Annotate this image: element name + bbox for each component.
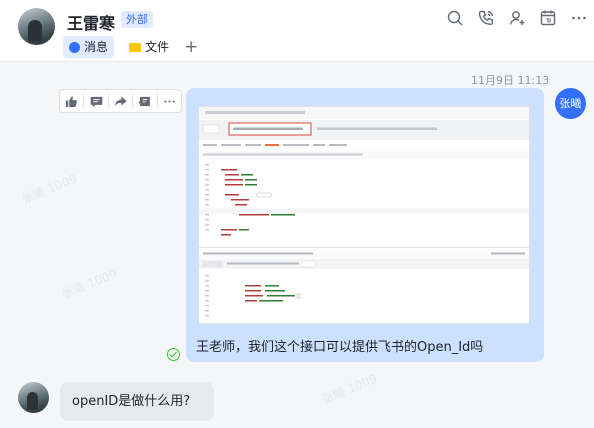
more-icon[interactable] xyxy=(570,9,588,27)
add-tab-button[interactable]: + xyxy=(184,36,198,58)
message-timestamp: 11月9日 11:13 xyxy=(471,74,550,87)
external-badge: 外部 xyxy=(121,11,153,28)
outgoing-message-text: 王老师，我们这个接口可以提供飞书的Open_Id吗 xyxy=(196,340,484,355)
watermark: 张曦 1009 xyxy=(59,266,120,302)
chat-bubble-icon xyxy=(69,41,80,53)
more-icon[interactable] xyxy=(158,90,181,112)
add-member-icon[interactable] xyxy=(508,9,526,27)
search-chat-icon[interactable] xyxy=(446,9,464,27)
tab-messages[interactable]: 消息 xyxy=(63,36,115,58)
embedded-screenshot[interactable] xyxy=(198,106,530,324)
comment-icon[interactable] xyxy=(84,90,107,112)
read-receipt-icon[interactable] xyxy=(167,348,180,361)
forward-icon[interactable] xyxy=(109,90,132,112)
chat-header: 王雷寒 外部 消息 文件 + xyxy=(0,0,594,62)
calendar-icon[interactable] xyxy=(539,9,557,27)
outgoing-message-bubble[interactable]: 王老师，我们这个接口可以提供飞书的Open_Id吗 xyxy=(186,88,544,362)
message-action-toolbar xyxy=(59,89,182,113)
reply-icon[interactable] xyxy=(133,90,156,112)
contact-avatar[interactable] xyxy=(18,382,49,413)
thumbs-up-icon[interactable] xyxy=(60,90,83,112)
tab-files-label: 文件 xyxy=(145,40,170,54)
sender-avatar[interactable]: 张曦 xyxy=(555,88,586,119)
call-icon[interactable] xyxy=(477,9,495,27)
contact-avatar[interactable] xyxy=(18,8,55,45)
api-screenshot-image xyxy=(199,107,529,323)
contact-name[interactable]: 王雷寒 xyxy=(67,10,115,34)
folder-icon xyxy=(129,42,141,52)
incoming-message-bubble[interactable]: openID是做什么用? xyxy=(60,382,214,421)
watermark: 张曦 1009 xyxy=(19,171,80,207)
watermark: 张曦 1009 xyxy=(319,371,380,407)
tab-messages-label: 消息 xyxy=(84,40,109,54)
tab-files[interactable]: 文件 xyxy=(123,36,175,58)
